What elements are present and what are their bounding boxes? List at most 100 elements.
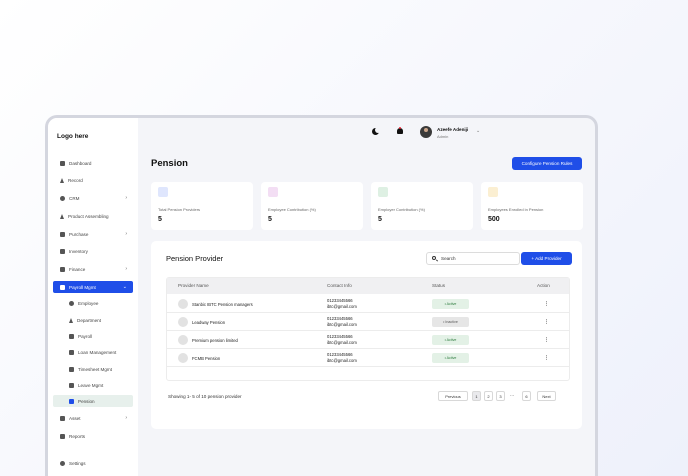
column-header: Action <box>537 283 550 288</box>
sidebar-item-record[interactable]: Record <box>53 174 133 186</box>
percent-icon <box>268 187 278 197</box>
record-icon <box>60 177 64 183</box>
sidebar-item-dashboard[interactable]: Dashboard <box>53 157 133 169</box>
pension-icon <box>69 398 74 404</box>
column-header: Status <box>432 283 446 288</box>
chevron-down-icon: ⌄ <box>122 284 127 290</box>
chevron-right-icon: › <box>125 195 127 201</box>
asset-icon <box>60 415 65 421</box>
status-badge: • Inactive <box>432 317 469 327</box>
logo: Logo here <box>57 133 89 140</box>
sidebar-item-label: Payroll Mgmt <box>69 284 96 290</box>
employee-icon <box>69 300 74 306</box>
payroll-sub-icon <box>69 333 74 339</box>
page-button[interactable]: 3 <box>496 391 505 401</box>
sidebar-item-label: Purchase <box>69 231 89 237</box>
sidebar-item-settings[interactable]: Settings <box>53 457 133 469</box>
more-options-icon[interactable]: ⋮ <box>544 355 549 361</box>
app-window: Logo here Dashboard Record CRM › Product… <box>45 115 598 476</box>
sidebar-subitem-timesheet[interactable]: Timesheet Mgmt <box>53 363 133 375</box>
search-icon <box>432 256 436 260</box>
sidebar-item-label: Pension <box>78 398 95 404</box>
stat-label: Employee Contribution (%) <box>268 207 316 212</box>
sidebar-subitem-loan-management[interactable]: Loan Management <box>53 346 133 358</box>
sidebar-item-label: Dashboard <box>69 160 92 166</box>
stat-value: 5 <box>378 216 382 223</box>
provider-avatar <box>178 299 188 309</box>
table-row[interactable]: Stanbic IBTC Pension managers 0123344556… <box>167 295 569 313</box>
moon-icon[interactable] <box>372 127 381 135</box>
grid-icon <box>60 160 65 166</box>
page-button[interactable]: 6 <box>522 391 531 401</box>
next-button[interactable]: Next <box>537 391 556 401</box>
table-row[interactable]: Premium pension limited 01233445566 ibtc… <box>167 331 569 349</box>
sidebar-item-label: Leave Mgmt <box>78 382 104 388</box>
provider-avatar <box>178 317 188 327</box>
table-row[interactable]: Leadway Pension 01233445566 ibtc@gmail.c… <box>167 313 569 331</box>
people-icon <box>488 187 498 197</box>
sidebar-item-finance[interactable]: Finance › <box>53 263 133 275</box>
bell-icon[interactable] <box>397 127 403 134</box>
stat-label: Employer Contribution (%) <box>378 207 425 212</box>
contact-phone: 01233445566 <box>327 334 353 339</box>
contact-email: ibtc@gmail.com <box>327 340 357 345</box>
sidebar: Logo here Dashboard Record CRM › Product… <box>48 118 138 476</box>
table-row[interactable]: FCMB Pension 01233445566 ibtc@gmail.com … <box>167 349 569 367</box>
contact-email: ibtc@gmail.com <box>327 304 357 309</box>
provider-name: FCMB Pension <box>192 356 221 361</box>
bank-icon <box>158 187 168 197</box>
sidebar-item-label: Record <box>68 177 83 183</box>
add-provider-button[interactable]: + Add Provider <box>521 252 572 265</box>
page-button[interactable]: 1 <box>472 391 481 401</box>
more-options-icon[interactable]: ⋮ <box>544 319 549 325</box>
sidebar-item-label: Timesheet Mgmt <box>78 366 113 372</box>
status-badge: • Active <box>432 299 469 309</box>
sidebar-item-asset[interactable]: Asset › <box>53 412 133 424</box>
sidebar-item-label: Finance <box>69 266 86 272</box>
avatar[interactable] <box>420 126 432 138</box>
chevron-down-icon[interactable]: ⌄ <box>476 128 480 134</box>
provider-name: Premium pension limited <box>192 338 238 343</box>
provider-table: Provider Name Contact Info Status Action… <box>166 277 570 381</box>
chevron-right-icon: › <box>125 231 127 237</box>
stat-value: 5 <box>158 216 162 223</box>
configure-pension-rules-button[interactable]: Configure Pension Rules <box>512 157 582 170</box>
more-options-icon[interactable]: ⋮ <box>544 337 549 343</box>
sidebar-subitem-pension[interactable]: Pension <box>53 395 133 407</box>
sidebar-item-label: CRM <box>69 195 80 201</box>
sidebar-item-label: Loan Management <box>78 349 117 355</box>
sidebar-item-purchase[interactable]: Purchase › <box>53 228 133 240</box>
sidebar-item-label: Payroll <box>78 333 93 339</box>
contact-phone: 01233445566 <box>327 316 353 321</box>
sidebar-item-payroll-mgmt[interactable]: Payroll Mgmt ⌄ <box>53 281 133 293</box>
sidebar-subitem-department[interactable]: Department <box>53 314 133 326</box>
sidebar-subitem-payroll[interactable]: Payroll <box>53 330 133 342</box>
stat-card-total-providers: Total Pension Providers 5 <box>151 182 253 230</box>
stat-card-employer-contribution: Employer Contribution (%) 5 <box>371 182 473 230</box>
sidebar-subitem-employee[interactable]: Employee <box>53 297 133 309</box>
payroll-icon <box>60 284 65 290</box>
stat-card-employee-contribution: Employee Contribution (%) 5 <box>261 182 363 230</box>
showing-count: Showing 1- 5 of 10 pension provider <box>168 394 242 399</box>
pagination-ellipsis: ... <box>510 392 515 398</box>
page-button[interactable]: 2 <box>484 391 493 401</box>
column-header: Contact Info <box>327 283 352 288</box>
previous-button[interactable]: Previous <box>438 391 468 401</box>
sidebar-item-product-assembling[interactable]: Product Assembling <box>53 210 133 222</box>
contact-phone: 01233445566 <box>327 298 353 303</box>
column-header: Provider Name <box>178 283 209 288</box>
more-options-icon[interactable]: ⋮ <box>544 301 549 307</box>
gear-icon <box>60 460 65 466</box>
stat-label: Employees Enrolled in Pension <box>488 207 544 212</box>
stat-card-employees-enrolled: Employees Enrolled in Pension 500 <box>481 182 583 230</box>
search-input[interactable]: Search <box>426 252 520 265</box>
table-header: Provider Name Contact Info Status Action <box>167 278 569 294</box>
sidebar-item-crm[interactable]: CRM › <box>53 192 133 204</box>
sidebar-subitem-leave[interactable]: Leave Mgmt <box>53 379 133 391</box>
sidebar-item-label: Product Assembling <box>68 213 109 219</box>
pension-provider-panel: Pension Provider Search + Add Provider P… <box>151 241 582 429</box>
sidebar-item-inventory[interactable]: Inventory <box>53 245 133 257</box>
provider-avatar <box>178 335 188 345</box>
sidebar-item-reports[interactable]: Reports <box>53 430 133 442</box>
sidebar-item-label: Settings <box>69 460 86 466</box>
